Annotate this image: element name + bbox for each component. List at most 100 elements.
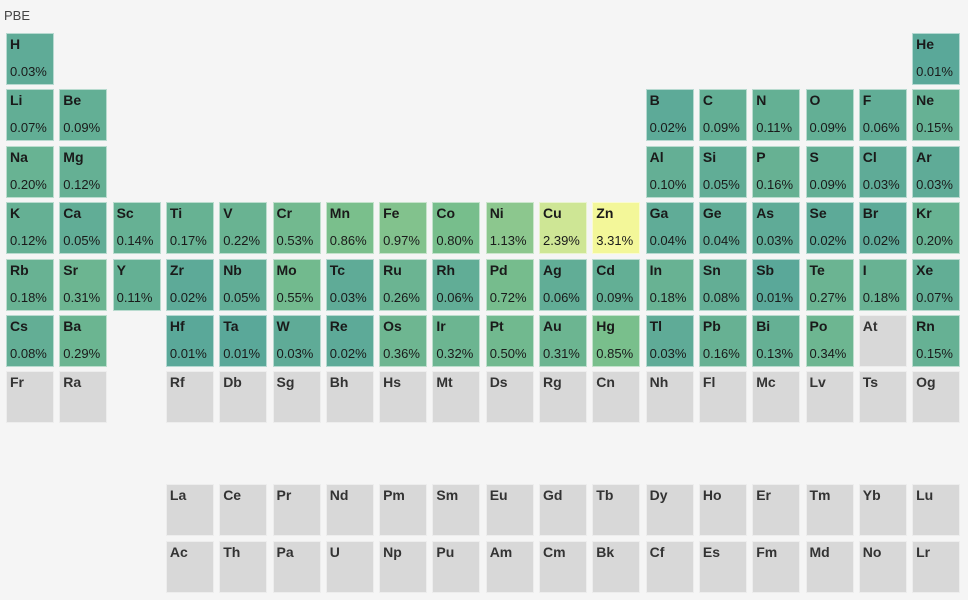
element-symbol: Cm xyxy=(543,543,566,560)
element-symbol: Li xyxy=(10,92,23,109)
element-value-label: 0.02% xyxy=(809,233,847,249)
element-cell-tm: Tm xyxy=(805,484,854,537)
element-symbol: Tb xyxy=(596,487,614,504)
element-symbol: Bh xyxy=(329,374,349,391)
element-cell-ir: Ir 0.32% xyxy=(432,315,481,367)
element-cell-as: As 0.03% xyxy=(752,202,801,255)
element-value-label: 0.86% xyxy=(329,233,367,249)
element-symbol: Te xyxy=(809,261,825,278)
element-cell-ni: Ni 1.13% xyxy=(485,202,534,255)
element-symbol: Sc xyxy=(116,205,134,222)
element-cell-bh: Bh xyxy=(325,371,374,424)
element-value-label: 0.05% xyxy=(63,233,101,249)
element-value-label: 0.50% xyxy=(489,346,527,361)
element-cell-ts: Ts xyxy=(858,371,907,424)
element-value-label: 0.20% xyxy=(10,176,47,192)
element-symbol: Pd xyxy=(489,261,508,278)
element-value-label: 0.11% xyxy=(756,120,793,136)
element-value-label: 0.08% xyxy=(10,346,47,361)
element-symbol: Pr xyxy=(276,487,292,504)
element-value-label: 0.18% xyxy=(649,289,687,305)
element-symbol: Na xyxy=(10,148,28,165)
element-value-label: 0.09% xyxy=(63,120,101,136)
element-cell-na: Na 0.20% xyxy=(6,145,54,198)
element-symbol: Ar xyxy=(916,148,932,165)
element-symbol: Ir xyxy=(436,318,446,334)
element-symbol: Pb xyxy=(702,318,721,334)
element-cell-fm: Fm xyxy=(752,540,801,593)
element-symbol: Cr xyxy=(276,205,293,222)
element-cell-la: La xyxy=(165,484,214,537)
element-cell-cr: Cr 0.53% xyxy=(272,202,321,255)
element-symbol: Th xyxy=(223,543,241,560)
element-cell-tb: Tb xyxy=(592,484,641,537)
element-symbol: Bk xyxy=(596,543,615,560)
element-cell-bi: Bi 0.13% xyxy=(752,315,801,367)
element-value-label: 2.39% xyxy=(543,233,580,249)
element-symbol: Md xyxy=(809,543,830,560)
element-symbol: Cf xyxy=(649,543,665,560)
element-cell-lr: Lr xyxy=(912,540,961,593)
element-value-label: 0.01% xyxy=(916,64,953,79)
element-symbol: He xyxy=(916,36,934,52)
element-symbol: Po xyxy=(809,318,828,334)
element-symbol: Sn xyxy=(702,261,721,278)
element-symbol: Ba xyxy=(63,318,82,334)
element-symbol: La xyxy=(169,487,187,504)
element-symbol: Lv xyxy=(809,374,826,391)
element-value-label: 3.31% xyxy=(596,233,634,249)
element-symbol: Sg xyxy=(276,374,295,391)
element-cell-s: S 0.09% xyxy=(805,145,854,198)
element-symbol: Hs xyxy=(383,374,401,391)
element-cell-pb: Pb 0.16% xyxy=(698,315,747,367)
element-cell-rf: Rf xyxy=(165,371,214,424)
element-symbol: Pt xyxy=(489,318,504,334)
element-cell-pr: Pr xyxy=(272,484,321,537)
element-cell-li: Li 0.07% xyxy=(6,89,54,142)
element-symbol: Mg xyxy=(63,148,84,165)
element-symbol: Pm xyxy=(383,487,405,504)
element-value-label: 0.09% xyxy=(596,289,634,305)
element-value-label: 0.15% xyxy=(916,120,953,136)
element-symbol: Hf xyxy=(169,318,185,334)
element-cell-c: C 0.09% xyxy=(698,89,747,142)
element-value-label: 0.06% xyxy=(543,289,580,305)
element-cell-cf: Cf xyxy=(645,540,694,593)
element-cell-o: O 0.09% xyxy=(805,89,854,142)
element-value-label: 0.07% xyxy=(916,289,953,305)
element-symbol: Rg xyxy=(543,374,562,391)
element-value-label: 0.03% xyxy=(862,176,900,192)
element-cell-rb: Rb 0.18% xyxy=(6,258,54,311)
element-symbol: Lu xyxy=(916,487,934,504)
element-cell-cn: Cn xyxy=(592,371,641,424)
element-symbol: Ho xyxy=(702,487,722,504)
element-cell-ra: Ra xyxy=(59,371,108,424)
element-value-label: 0.04% xyxy=(702,233,740,249)
element-symbol: Al xyxy=(649,148,664,165)
element-symbol: Re xyxy=(329,318,348,334)
element-symbol: S xyxy=(809,148,819,165)
element-symbol: Hg xyxy=(596,318,615,334)
element-cell-ac: Ac xyxy=(165,540,214,593)
element-cell-ds: Ds xyxy=(485,371,534,424)
element-value-label: 0.02% xyxy=(169,289,207,305)
element-symbol: Sb xyxy=(756,261,775,278)
element-symbol: W xyxy=(276,318,290,334)
element-value-label: 0.06% xyxy=(862,120,900,136)
element-cell-ti: Ti 0.17% xyxy=(165,202,214,255)
element-cell-am: Am xyxy=(485,540,534,593)
element-cell-he: He 0.01% xyxy=(912,33,961,85)
element-cell-al: Al 0.10% xyxy=(645,145,694,198)
element-symbol: Pu xyxy=(436,543,455,560)
element-symbol: Co xyxy=(436,205,456,222)
element-symbol: Ce xyxy=(223,487,242,504)
element-cell-u: U xyxy=(325,540,374,593)
element-cell-ba: Ba 0.29% xyxy=(59,315,108,367)
element-cell-be: Be 0.09% xyxy=(59,89,108,142)
element-cell-fl: Fl xyxy=(698,371,747,424)
element-cell-si: Si 0.05% xyxy=(698,145,747,198)
element-symbol: Zn xyxy=(596,205,614,222)
element-symbol: Fm xyxy=(756,543,778,560)
element-symbol: Rh xyxy=(436,261,456,278)
element-cell-mg: Mg 0.12% xyxy=(59,145,108,198)
